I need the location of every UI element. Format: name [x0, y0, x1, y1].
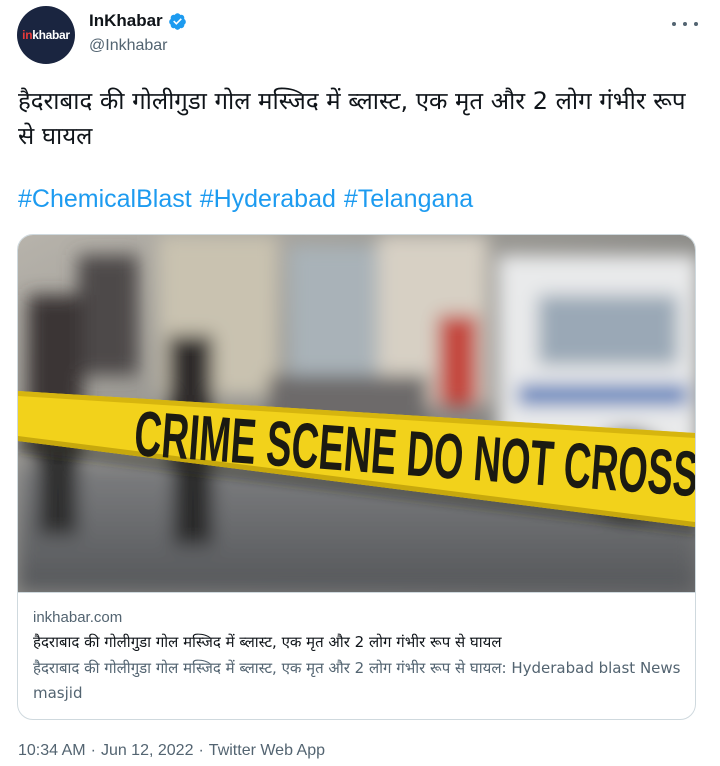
- display-name[interactable]: InKhabar: [89, 11, 163, 31]
- tweet-source: Twitter Web App: [208, 742, 325, 759]
- tweet-time[interactable]: 10:34 AM: [18, 742, 86, 760]
- card-description: हैदराबाद की गोलीगुडा गोल मस्जिद में ब्ला…: [33, 659, 681, 702]
- more-options-icon[interactable]: [672, 14, 698, 34]
- avatar-logo: inkhabar: [22, 28, 70, 42]
- card-image[interactable]: CRIME SCENE DO NOT CROSS: [18, 235, 695, 592]
- tweet-date[interactable]: Jun 12, 2022: [101, 742, 194, 760]
- tweet: inkhabar InKhabar @Inkhabar हैदराबाद की …: [0, 0, 720, 766]
- meta-separator: ·: [198, 742, 204, 759]
- more-dot: [694, 22, 698, 26]
- tweet-text: हैदराबाद की गोलीगुडा गोल मस्जिद में ब्ला…: [18, 87, 686, 150]
- tweet-meta: 10:34 AM · Jun 12, 2022 · Twitter Web Ap…: [18, 742, 325, 760]
- meta-separator: ·: [90, 742, 96, 759]
- verified-badge-icon: [168, 12, 186, 30]
- avatar[interactable]: inkhabar: [17, 6, 75, 64]
- card-body[interactable]: inkhabar.com हैदराबाद की गोलीगुडा गोल मस…: [18, 592, 695, 719]
- card-domain: inkhabar.com: [33, 609, 123, 626]
- hashtag-list: #ChemicalBlast #Hyderabad #Telangana: [18, 185, 473, 214]
- hashtag-link[interactable]: #ChemicalBlast: [18, 185, 192, 214]
- more-dot: [672, 22, 676, 26]
- author-name-row: InKhabar: [89, 11, 187, 31]
- avatar-logo-rest: khabar: [32, 28, 70, 42]
- more-dot: [683, 22, 687, 26]
- avatar-logo-accent: in: [22, 28, 33, 42]
- card-title: हैदराबाद की गोलीगुडा गोल मस्जिद में ब्ला…: [33, 633, 502, 651]
- hashtag-link[interactable]: #Telangana: [344, 185, 473, 214]
- hashtag-link[interactable]: #Hyderabad: [200, 185, 336, 214]
- handle[interactable]: @Inkhabar: [89, 37, 168, 55]
- link-preview-card[interactable]: CRIME SCENE DO NOT CROSS inkhabar.com है…: [17, 234, 696, 720]
